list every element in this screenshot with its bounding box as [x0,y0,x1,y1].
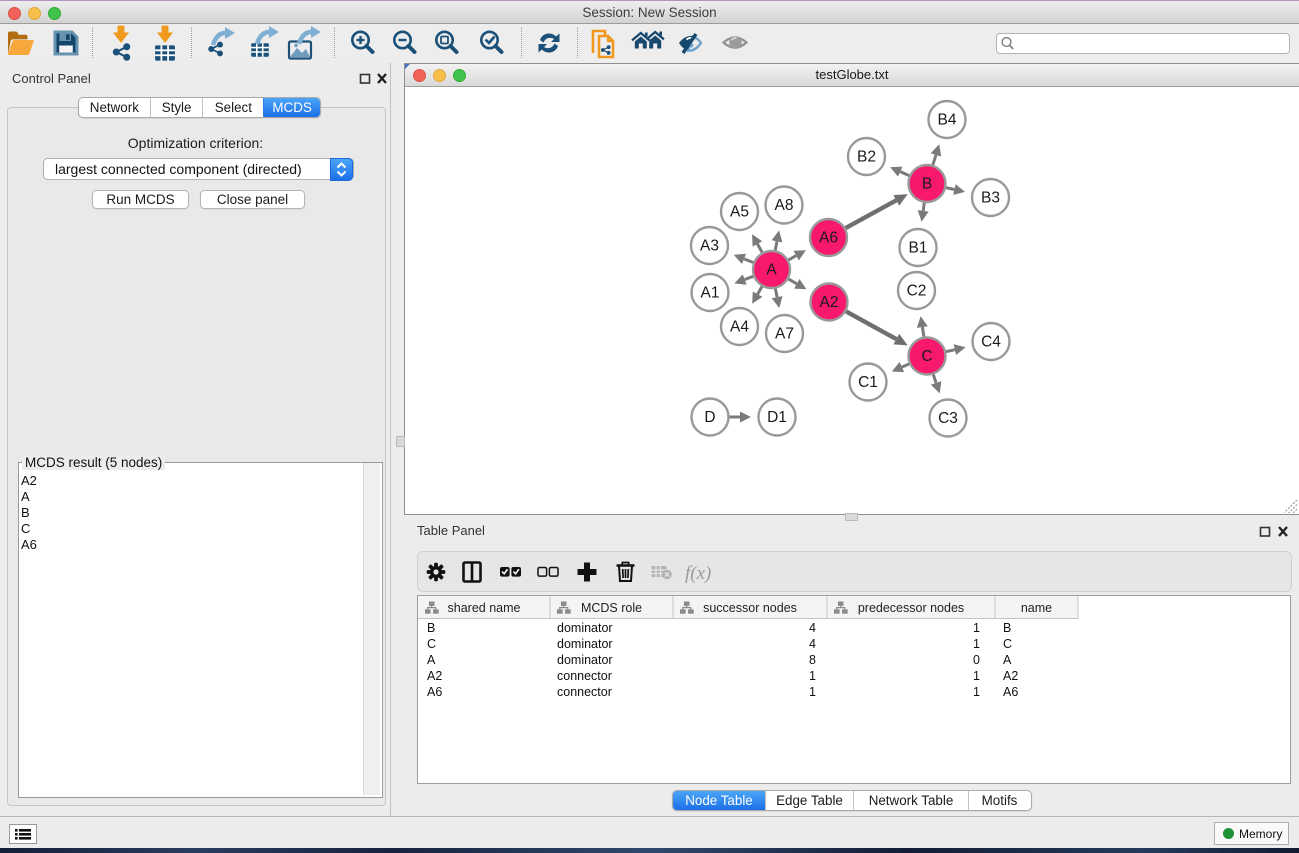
svg-text:1: 1 [809,669,816,683]
svg-text:D1: D1 [767,409,787,426]
svg-text:dominator: dominator [557,637,613,651]
svg-text:A: A [427,653,436,667]
svg-text:B2: B2 [857,149,876,166]
svg-text:A2: A2 [1003,669,1018,683]
svg-text:A: A [1003,653,1012,667]
svg-text:f(x): f(x) [685,563,711,584]
svg-text:A: A [766,262,777,279]
svg-text:C1: C1 [858,374,878,391]
svg-text:A6: A6 [427,685,442,699]
svg-text:A8: A8 [775,197,794,214]
svg-text:A2: A2 [820,294,839,311]
svg-text:B: B [1003,621,1011,635]
svg-text:B: B [922,176,932,193]
svg-text:A2: A2 [427,669,442,683]
svg-text:1: 1 [973,669,980,683]
svg-text:B3: B3 [981,190,1000,207]
svg-text:1: 1 [973,637,980,651]
svg-text:C: C [921,348,932,365]
svg-text:A3: A3 [700,238,719,255]
svg-text:shared name: shared name [448,601,521,615]
svg-text:dominator: dominator [557,653,613,667]
svg-text:1: 1 [973,621,980,635]
svg-text:B1: B1 [909,240,928,257]
svg-text:connector: connector [557,669,612,683]
svg-text:B4: B4 [938,112,957,129]
svg-text:C2: C2 [907,283,927,300]
svg-text:4: 4 [809,637,816,651]
svg-text:A4: A4 [730,319,749,336]
svg-text:A6: A6 [819,230,838,247]
svg-text:1: 1 [973,685,980,699]
svg-text:dominator: dominator [557,621,613,635]
svg-text:C: C [427,637,436,651]
svg-text:A7: A7 [775,326,794,343]
svg-text:connector: connector [557,685,612,699]
svg-text:A1: A1 [701,285,720,302]
svg-text:name: name [1021,601,1052,615]
svg-text:0: 0 [973,653,980,667]
svg-text:C4: C4 [981,334,1001,351]
svg-text:1: 1 [809,685,816,699]
svg-text:successor nodes: successor nodes [703,601,797,615]
svg-text:C3: C3 [938,410,958,427]
svg-text:MCDS role: MCDS role [581,601,642,615]
svg-text:8: 8 [809,653,816,667]
svg-text:A6: A6 [1003,685,1018,699]
svg-text:D: D [704,409,715,426]
svg-text:C: C [1003,637,1012,651]
svg-text:B: B [427,621,435,635]
svg-text:4: 4 [809,621,816,635]
svg-text:A5: A5 [730,204,749,221]
svg-text:predecessor nodes: predecessor nodes [858,601,964,615]
